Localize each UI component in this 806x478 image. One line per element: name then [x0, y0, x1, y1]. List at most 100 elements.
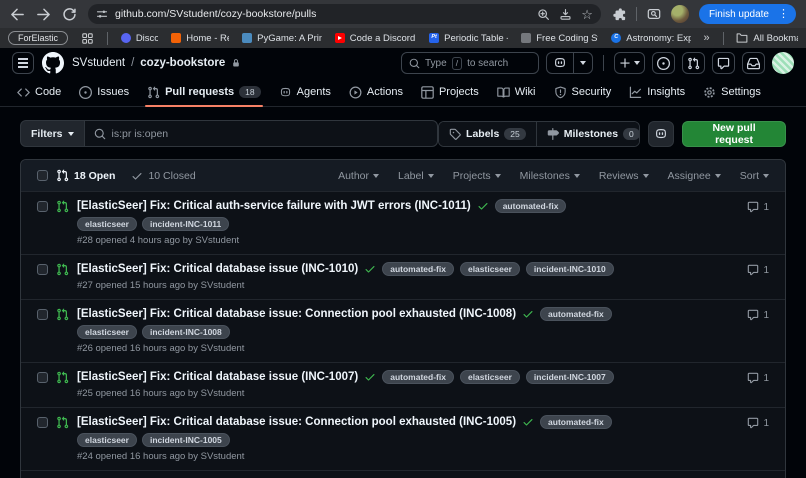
- tab-projects[interactable]: Projects: [413, 78, 487, 106]
- milestones-button[interactable]: Milestones 0: [535, 121, 640, 146]
- comment-count[interactable]: 1: [747, 264, 769, 276]
- search-query-input[interactable]: is:pr is:open: [84, 120, 439, 147]
- label-chip[interactable]: incident-INC-1008: [141, 325, 230, 339]
- breadcrumb-repo[interactable]: cozy-bookstore: [140, 57, 225, 69]
- extensions-puzzle-icon[interactable]: [612, 7, 626, 21]
- tab-wiki[interactable]: Wiki: [489, 78, 544, 106]
- bookmark-astronomy[interactable]: CAstronomy: Explor...: [611, 33, 691, 44]
- label-chip[interactable]: automated-fix: [540, 415, 612, 429]
- bookmarks-divider-2: [722, 31, 724, 45]
- code-icon: [17, 86, 30, 99]
- tab-search-icon[interactable]: [647, 7, 661, 21]
- label-chip[interactable]: incident-INC-1011: [141, 217, 230, 231]
- global-search-input[interactable]: Type / to search: [401, 52, 539, 74]
- address-bar[interactable]: github.com/SVstudent/cozy-bookstore/pull…: [88, 4, 601, 24]
- finish-update-button[interactable]: Finish update ⋮: [698, 4, 796, 24]
- comment-count[interactable]: 1: [747, 417, 769, 429]
- pull-requests-header-button[interactable]: [682, 52, 705, 74]
- github-avatar[interactable]: [772, 52, 794, 74]
- label-chip[interactable]: automated-fix: [382, 262, 454, 276]
- pr-title[interactable]: [ElasticSeer] Fix: Critical database iss…: [77, 371, 358, 383]
- assignee-dropdown[interactable]: Assignee: [668, 170, 721, 182]
- install-icon[interactable]: [559, 8, 572, 21]
- label-chip[interactable]: automated-fix: [540, 307, 612, 321]
- row-checkbox[interactable]: [37, 264, 48, 275]
- tab-insights[interactable]: Insights: [621, 78, 693, 106]
- bookmark-free-coding[interactable]: Free Coding Staff...: [521, 33, 598, 44]
- site-settings-icon[interactable]: [96, 8, 108, 20]
- tab-issues[interactable]: Issues: [71, 78, 137, 106]
- comment-count[interactable]: 1: [747, 372, 769, 384]
- label-chip[interactable]: elasticseer: [77, 217, 137, 231]
- bookmark-replit[interactable]: Home - Replit: [171, 33, 229, 44]
- bookmarks-overflow-icon[interactable]: »: [704, 32, 710, 44]
- comment-count[interactable]: 1: [747, 309, 769, 321]
- chevron-down-icon: [763, 173, 769, 178]
- comment-count[interactable]: 1: [747, 201, 769, 213]
- tab-settings[interactable]: Settings: [695, 78, 769, 106]
- github-logo[interactable]: [42, 52, 64, 74]
- labels-button[interactable]: Labels 25: [439, 121, 536, 146]
- repo-nav: Code Issues Pull requests 18 Agents Actio…: [0, 78, 806, 107]
- reviews-dropdown[interactable]: Reviews: [599, 170, 649, 182]
- tab-pull-requests[interactable]: Pull requests 18: [139, 78, 269, 107]
- bookmark-discord[interactable]: Discord: [120, 33, 158, 44]
- new-pull-request-button[interactable]: New pull request: [682, 120, 786, 147]
- milestones-dropdown[interactable]: Milestones: [520, 170, 580, 182]
- label-chip[interactable]: incident-INC-1010: [525, 262, 614, 276]
- sort-dropdown[interactable]: Sort: [740, 170, 769, 182]
- projects-dropdown[interactable]: Projects: [453, 170, 501, 182]
- row-checkbox[interactable]: [37, 309, 48, 320]
- breadcrumb-owner[interactable]: SVstudent: [72, 57, 125, 69]
- label-chip[interactable]: automated-fix: [382, 370, 454, 384]
- url-text[interactable]: github.com/SVstudent/cozy-bookstore/pull…: [115, 8, 530, 20]
- zoom-icon[interactable]: [537, 8, 550, 21]
- hamburger-menu-button[interactable]: [12, 52, 34, 74]
- pr-title[interactable]: [ElasticSeer] Fix: Critical database iss…: [77, 416, 516, 428]
- tab-agents[interactable]: Agents: [271, 78, 339, 106]
- label-chip[interactable]: automated-fix: [494, 199, 567, 213]
- pr-title[interactable]: [ElasticSeer] Fix: Critical auth-service…: [77, 200, 471, 212]
- copilot-dropdown[interactable]: [573, 53, 592, 73]
- apps-grid-icon[interactable]: [81, 32, 94, 45]
- pr-title[interactable]: [ElasticSeer] Fix: Critical database iss…: [77, 308, 516, 320]
- refresh-icon[interactable]: [62, 7, 77, 22]
- label-chip[interactable]: elasticseer: [459, 370, 520, 384]
- back-icon[interactable]: [10, 7, 25, 22]
- bookmark-pygame[interactable]: PyGame: A Primer...: [242, 33, 322, 44]
- copilot-button[interactable]: [547, 53, 573, 73]
- label-chip[interactable]: elasticseer: [77, 433, 137, 447]
- tab-security[interactable]: Security: [546, 78, 620, 106]
- select-all-checkbox[interactable]: [37, 170, 48, 181]
- closed-filter[interactable]: 10 Closed: [131, 170, 196, 182]
- forward-icon[interactable]: [36, 7, 51, 22]
- bookmark-youtube[interactable]: Code a Discord Bo...: [334, 33, 416, 44]
- filters-dropdown-button[interactable]: Filters: [20, 120, 85, 147]
- pr-row: [ElasticSeer] Fix: Critical auth-service…: [21, 191, 785, 254]
- browser-menu-icon[interactable]: ⋮: [775, 8, 792, 20]
- label-chip[interactable]: elasticseer: [459, 262, 520, 276]
- label-chip[interactable]: incident-INC-1005: [141, 433, 230, 447]
- discussions-header-button[interactable]: [712, 52, 735, 74]
- row-checkbox[interactable]: [37, 201, 48, 212]
- profile-chip[interactable]: ForElastic: [8, 31, 69, 45]
- row-checkbox[interactable]: [37, 417, 48, 428]
- bookmark-periodic-table[interactable]: PtPeriodic Table - Pt...: [429, 33, 508, 44]
- copilot-pr-button[interactable]: [648, 120, 675, 147]
- open-filter[interactable]: 18 Open: [56, 169, 115, 182]
- notifications-button[interactable]: [742, 52, 765, 74]
- browser-profile-avatar[interactable]: [670, 5, 689, 23]
- all-bookmarks-button[interactable]: All Bookmarks: [736, 32, 798, 44]
- author-dropdown[interactable]: Author: [338, 170, 379, 182]
- bookmark-star-icon[interactable]: ☆: [581, 8, 593, 21]
- label-chip[interactable]: elasticseer: [77, 325, 137, 339]
- tab-code[interactable]: Code: [9, 78, 69, 106]
- issues-header-button[interactable]: [652, 52, 675, 74]
- tab-actions[interactable]: Actions: [341, 78, 411, 106]
- label-dropdown[interactable]: Label: [398, 170, 434, 182]
- label-chip[interactable]: incident-INC-1007: [525, 370, 614, 384]
- row-checkbox[interactable]: [37, 372, 48, 383]
- bookmarks-bar: ForElastic Discord Home - Replit PyGame:…: [0, 28, 806, 48]
- create-new-button[interactable]: [614, 52, 645, 74]
- pr-title[interactable]: [ElasticSeer] Fix: Critical database iss…: [77, 263, 358, 275]
